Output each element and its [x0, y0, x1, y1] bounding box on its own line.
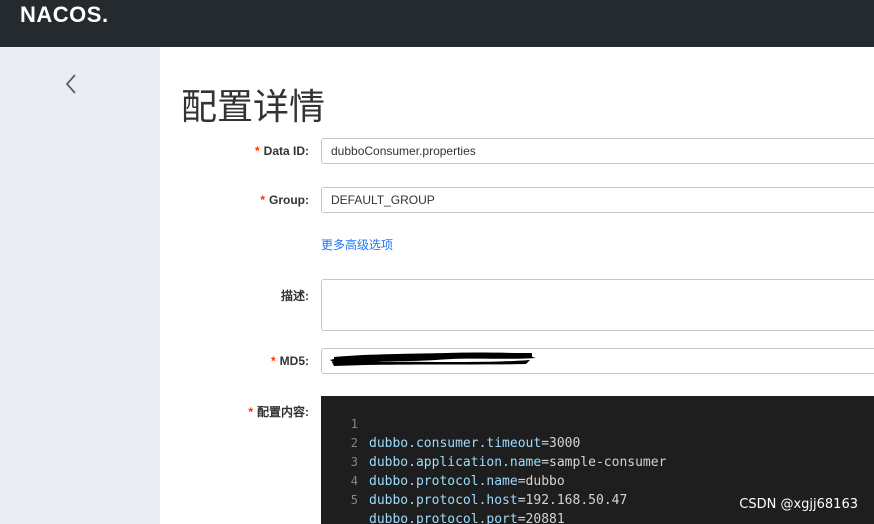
code-key: dubbo.consumer.timeout	[369, 436, 542, 451]
description-textarea[interactable]	[321, 279, 874, 331]
code-value: dubbo	[525, 474, 565, 489]
advanced-options-link[interactable]: 更多高级选项	[321, 236, 393, 253]
code-value: sample-consumer	[549, 455, 667, 470]
code-value: 192.168.50.47	[525, 493, 628, 508]
code-line: 5 dubbo.protocol.port=20881	[321, 472, 565, 524]
code-eq: =	[517, 474, 526, 489]
code-line: 3 dubbo.protocol.name=dubbo	[321, 434, 565, 489]
required-mark: *	[254, 144, 260, 158]
back-button[interactable]	[60, 70, 84, 98]
sidebar	[0, 47, 160, 524]
code-key: dubbo.protocol.host	[369, 493, 518, 508]
md5-input[interactable]	[321, 348, 874, 374]
nacos-logo: NACOS.	[20, 2, 109, 27]
top-bar: NACOS.	[0, 0, 874, 47]
code-line: 1 dubbo.consumer.timeout=3000	[321, 396, 581, 451]
code-value: 20881	[525, 512, 565, 524]
group-label: * Group:	[260, 193, 309, 207]
md5-label: * MD5:	[271, 354, 309, 368]
md5-label-text: MD5:	[279, 354, 309, 368]
data-id-label: * Data ID:	[255, 144, 309, 158]
required-mark: *	[260, 193, 265, 207]
watermark: CSDN @xgjj68163	[739, 497, 858, 512]
redaction-scribble	[330, 352, 536, 366]
data-id-input[interactable]: dubboConsumer.properties	[321, 138, 874, 164]
content-label-text: 配置内容:	[257, 405, 309, 419]
code-key: dubbo.protocol.name	[369, 474, 518, 489]
code-text: dubbo.protocol.name=dubbo	[369, 472, 565, 491]
code-key: dubbo.protocol.port	[369, 512, 518, 524]
code-key: dubbo.application.name	[369, 455, 542, 470]
code-text: dubbo.consumer.timeout=3000	[369, 434, 580, 453]
group-input[interactable]: DEFAULT_GROUP	[321, 187, 874, 213]
content-label: * 配置内容:	[248, 403, 309, 420]
description-label: 描述:	[281, 287, 309, 304]
description-label-text: 描述:	[281, 289, 309, 303]
code-eq: =	[541, 436, 550, 451]
chevron-left-icon	[65, 74, 76, 94]
code-text: dubbo.protocol.port=20881	[369, 510, 565, 524]
code-text: dubbo.protocol.host=192.168.50.47	[369, 491, 627, 510]
group-label-text: Group:	[269, 193, 309, 207]
code-value: 3000	[549, 436, 581, 451]
code-line: 4 dubbo.protocol.host=192.168.50.47	[321, 453, 628, 508]
required-mark: *	[270, 354, 276, 368]
line-number: 5	[350, 493, 358, 507]
code-eq: =	[541, 455, 550, 470]
code-line: 2 dubbo.application.name=sample-consumer	[321, 415, 667, 470]
page-title: 配置详情	[181, 87, 326, 128]
code-text: dubbo.application.name=sample-consumer	[369, 453, 666, 472]
required-mark: *	[248, 405, 253, 419]
code-eq: =	[517, 512, 526, 524]
code-eq: =	[517, 493, 526, 508]
data-id-label-text: Data ID:	[263, 144, 309, 158]
